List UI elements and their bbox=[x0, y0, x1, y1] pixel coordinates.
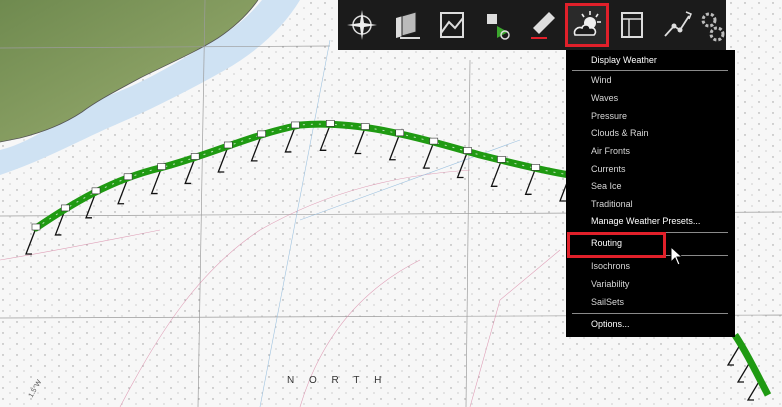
menu-item-air-fronts[interactable]: Air Fronts bbox=[591, 143, 630, 159]
route-waypoint-marker[interactable] bbox=[61, 204, 70, 212]
menu-item-clouds-rain[interactable]: Clouds & Rain bbox=[591, 125, 649, 141]
route-waypoint-marker[interactable] bbox=[429, 137, 439, 145]
menu-separator bbox=[572, 70, 728, 71]
draw-pencil-icon bbox=[531, 12, 555, 39]
route-waypoint-marker[interactable] bbox=[190, 153, 200, 160]
compass-rose-icon bbox=[347, 10, 377, 40]
menu-item-traditional[interactable]: Traditional bbox=[591, 196, 633, 212]
routing-highlight bbox=[567, 232, 666, 258]
route-waypoint-marker[interactable] bbox=[31, 223, 41, 231]
route-waypoint-marker[interactable] bbox=[497, 156, 506, 163]
chart-window-button[interactable] bbox=[432, 5, 472, 45]
waypoint-route-icon bbox=[664, 11, 692, 37]
map-label-north: N O R T H bbox=[287, 375, 388, 386]
route-waypoint-marker[interactable] bbox=[123, 173, 133, 181]
menu-item-waves[interactable]: Waves bbox=[591, 90, 618, 106]
table-panel-icon bbox=[621, 12, 643, 38]
menu-item-sailsets[interactable]: SailSets bbox=[591, 294, 624, 310]
mouse-cursor-icon bbox=[670, 246, 684, 266]
route-waypoint-marker[interactable] bbox=[257, 130, 266, 138]
layers-button[interactable] bbox=[387, 5, 427, 45]
weather-sun-cloud-icon bbox=[573, 11, 601, 36]
route-waypoint-marker[interactable] bbox=[360, 123, 370, 130]
route-waypoint-marker[interactable] bbox=[291, 121, 300, 129]
route-tools-button[interactable] bbox=[477, 5, 517, 45]
chart-toolbar bbox=[338, 0, 726, 50]
route-waypoint-marker[interactable] bbox=[531, 164, 540, 171]
draw-button[interactable] bbox=[522, 5, 562, 45]
route-waypoint-marker[interactable] bbox=[463, 147, 472, 154]
waypoint-route-button[interactable] bbox=[657, 5, 697, 45]
menu-item-isochrons[interactable]: Isochrons bbox=[591, 258, 630, 274]
chart-window-icon bbox=[440, 12, 464, 38]
menu-separator bbox=[572, 313, 728, 314]
menu-item-currents[interactable]: Currents bbox=[591, 161, 626, 177]
chart-layers-icon bbox=[396, 11, 420, 39]
route-waypoint-marker[interactable] bbox=[326, 120, 335, 127]
route-waypoint-marker[interactable] bbox=[395, 129, 405, 137]
display-weather-menu: Display Weather Wind Waves Pressure Clou… bbox=[566, 50, 735, 337]
gear-icon[interactable] bbox=[700, 10, 726, 44]
menu-item-sea-ice[interactable]: Sea Ice bbox=[591, 178, 622, 194]
route-tools-icon bbox=[487, 14, 510, 40]
route-waypoint-marker[interactable] bbox=[223, 141, 233, 149]
compass-button[interactable] bbox=[342, 5, 382, 45]
menu-item-pressure[interactable]: Pressure bbox=[591, 108, 627, 124]
menu-item-manage-presets[interactable]: Manage Weather Presets... bbox=[591, 213, 700, 229]
weather-button[interactable] bbox=[565, 3, 609, 47]
menu-item-options[interactable]: Options... bbox=[591, 316, 630, 332]
menu-header-display-weather: Display Weather bbox=[591, 55, 657, 65]
table-panel-button[interactable] bbox=[612, 5, 652, 45]
menu-item-variability[interactable]: Variability bbox=[591, 276, 629, 292]
route-waypoint-marker[interactable] bbox=[91, 187, 101, 195]
menu-item-wind[interactable]: Wind bbox=[591, 72, 612, 88]
route-waypoint-marker[interactable] bbox=[157, 163, 166, 170]
